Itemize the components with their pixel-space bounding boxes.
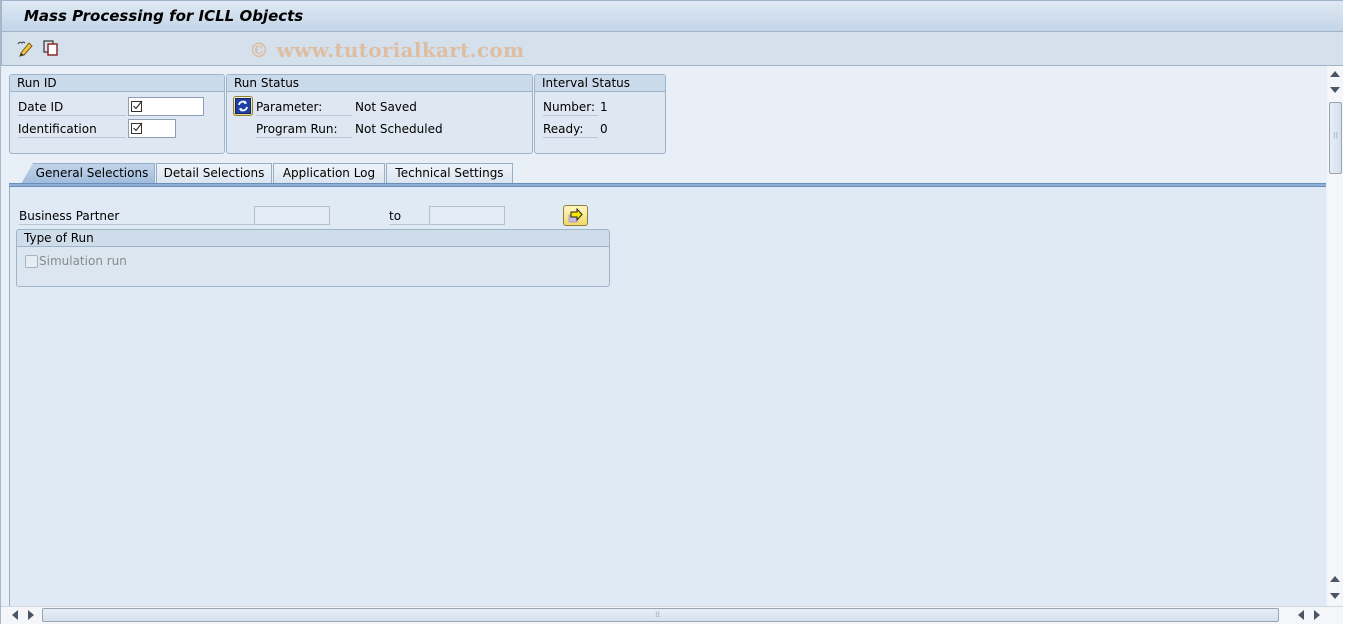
date-id-label: Date ID — [18, 99, 126, 116]
simulation-run-checkbox[interactable] — [25, 255, 38, 268]
window-edge — [1343, 0, 1357, 624]
scroll-right-end-button[interactable] — [1309, 607, 1325, 623]
parameter-value: Not Saved — [355, 100, 417, 114]
date-id-input[interactable] — [128, 97, 204, 116]
scroll-left-button[interactable] — [7, 607, 23, 623]
triangle-left-icon — [1298, 610, 1304, 620]
page-title: Mass Processing for ICLL Objects — [24, 7, 304, 25]
required-check-icon — [131, 122, 143, 134]
number-value: 1 — [600, 100, 608, 114]
ready-label: Ready: — [543, 121, 598, 138]
triangle-right-icon — [28, 610, 34, 620]
program-run-value: Not Scheduled — [355, 122, 443, 136]
identification-input[interactable] — [128, 119, 176, 138]
interval-status-title: Interval Status — [535, 75, 665, 92]
multiple-selection-arrow-icon — [568, 207, 583, 223]
edit-pencil-icon[interactable] — [17, 39, 35, 57]
business-partner-to-input[interactable] — [429, 206, 505, 225]
application-toolbar: © www.tutorialkart.com — [1, 32, 1344, 66]
triangle-up-icon — [1330, 576, 1340, 582]
run-id-title: Run ID — [10, 75, 224, 92]
triangle-left-icon — [12, 610, 18, 620]
required-check-icon — [131, 100, 143, 112]
horizontal-scroll-thumb[interactable]: ⁞⁞ — [42, 608, 1279, 622]
triangle-up-icon — [1330, 71, 1340, 77]
scroll-left-end-button[interactable] — [1293, 607, 1309, 623]
watermark-text: © www.tutorialkart.com — [249, 38, 525, 62]
type-of-run-title: Type of Run — [17, 230, 609, 247]
title-bar: Mass Processing for ICLL Objects — [1, 0, 1344, 32]
copy-icon[interactable] — [42, 39, 60, 57]
tab-general-selections[interactable]: General Selections — [21, 163, 155, 184]
run-id-group: Run ID Date ID Identification — [9, 74, 225, 154]
program-run-label: Program Run: — [256, 121, 352, 138]
triangle-right-icon — [1314, 610, 1320, 620]
run-status-group: Run Status Parameter: Not Saved Program … — [226, 74, 533, 154]
type-of-run-group: Type of Run Simulation run — [16, 229, 610, 287]
scroll-down-button[interactable] — [1327, 82, 1343, 98]
scroll-right-button[interactable] — [23, 607, 39, 623]
sap-window: Mass Processing for ICLL Objects © www.t… — [0, 0, 1344, 624]
horizontal-scrollbar[interactable]: ⁞⁞ — [1, 606, 1344, 624]
scroll-up-button[interactable] — [1327, 66, 1343, 82]
tab-detail-selections[interactable]: Detail Selections — [156, 163, 272, 183]
scroll-up-bottom-button[interactable] — [1327, 571, 1343, 587]
tab-technical-settings[interactable]: Technical Settings — [386, 163, 513, 183]
main-content: Run ID Date ID Identification Run Status — [1, 66, 1326, 606]
ready-value: 0 — [600, 122, 608, 136]
parameter-label: Parameter: — [256, 99, 352, 116]
refresh-button[interactable] — [233, 96, 253, 116]
business-partner-from-input[interactable] — [254, 206, 330, 225]
triangle-down-icon — [1330, 593, 1340, 599]
refresh-icon — [235, 98, 251, 114]
identification-label: Identification — [18, 121, 126, 138]
vertical-scrollbar[interactable]: ⁞⁞ — [1327, 66, 1343, 606]
tab-application-log[interactable]: Application Log — [273, 163, 385, 183]
interval-status-group: Interval Status Number: 1 Ready: 0 — [534, 74, 666, 154]
grip-icon: ⁞⁞ — [1333, 131, 1339, 140]
vertical-scroll-thumb[interactable]: ⁞⁞ — [1329, 102, 1342, 174]
multiple-selection-button[interactable] — [563, 205, 588, 226]
grip-icon: ⁞⁞ — [655, 610, 661, 619]
scroll-down-bottom-button[interactable] — [1327, 588, 1343, 604]
run-status-title: Run Status — [227, 75, 532, 92]
business-partner-label: Business Partner — [19, 208, 255, 225]
simulation-run-label: Simulation run — [39, 254, 127, 268]
general-selections-panel: Business Partner to Type of Run Simulati… — [9, 187, 1326, 606]
number-label: Number: — [543, 99, 598, 116]
to-label: to — [389, 208, 429, 225]
triangle-down-icon — [1330, 87, 1340, 93]
